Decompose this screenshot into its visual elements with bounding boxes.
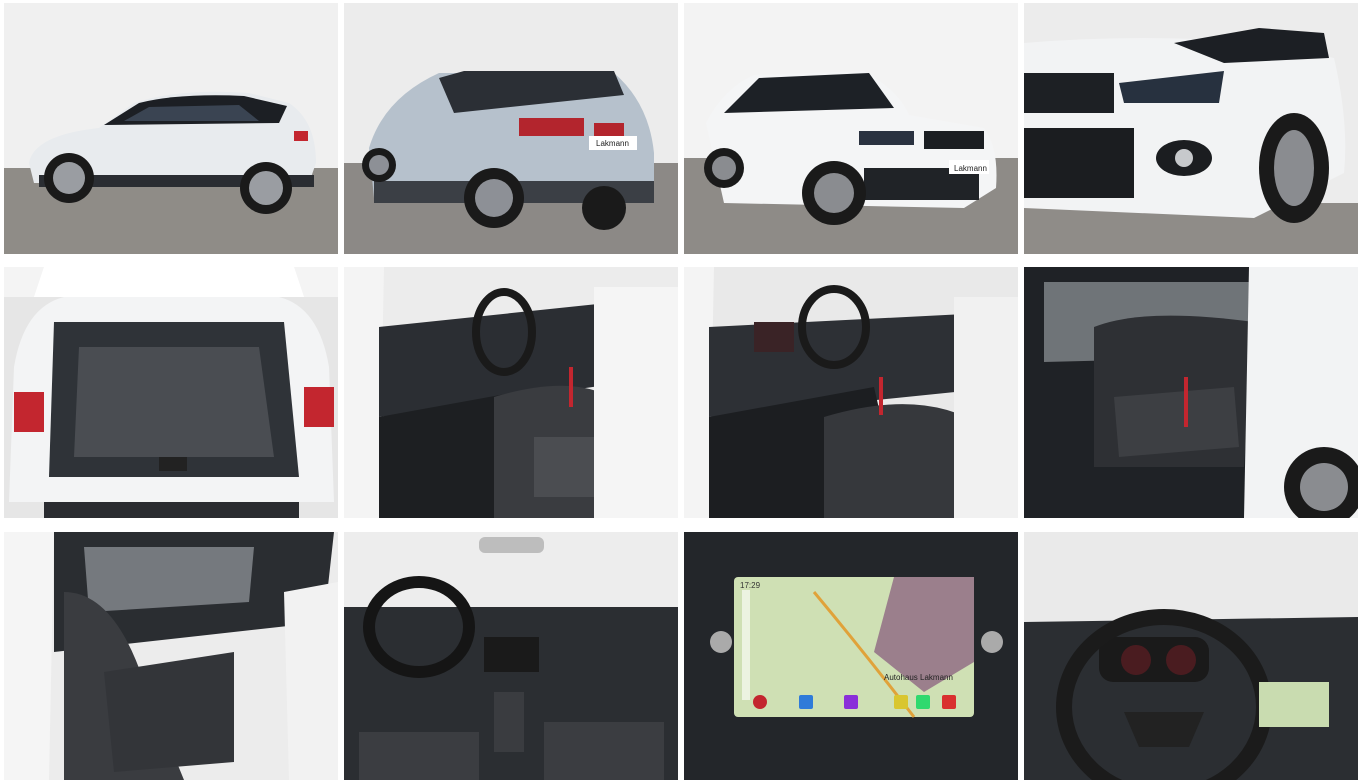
photo-car-side[interactable]	[4, 3, 338, 254]
photo-steering-wheel[interactable]	[1024, 532, 1358, 780]
photo-passenger-seat[interactable]	[4, 532, 338, 780]
photo-infotainment-screen[interactable]: 17:29 Autohaus Lakmann	[684, 532, 1018, 780]
navigation-mini-map	[1259, 682, 1329, 727]
photo-driver-seat[interactable]	[344, 267, 678, 518]
plate-text: Lakmann	[596, 139, 629, 148]
plate-text: Lakmann	[954, 164, 987, 173]
screen-clock: 17:29	[740, 581, 761, 590]
photo-gallery: Lakmann Lakmann 17:29 Autohaus Lakmann	[0, 0, 1365, 780]
photo-cockpit[interactable]	[684, 267, 1018, 518]
volume-knob-icon[interactable]	[710, 631, 732, 653]
screen-place-label: Autohaus Lakmann	[884, 673, 953, 682]
photo-car-front-three-quarter[interactable]: Lakmann	[684, 3, 1018, 254]
photo-car-front-closeup[interactable]	[1024, 3, 1358, 254]
photo-open-trunk[interactable]	[4, 267, 338, 518]
tune-knob-icon[interactable]	[981, 631, 1003, 653]
photo-dashboard[interactable]	[344, 532, 678, 780]
photo-car-rear-three-quarter[interactable]: Lakmann	[344, 3, 678, 254]
photo-rear-seats[interactable]	[1024, 267, 1358, 518]
